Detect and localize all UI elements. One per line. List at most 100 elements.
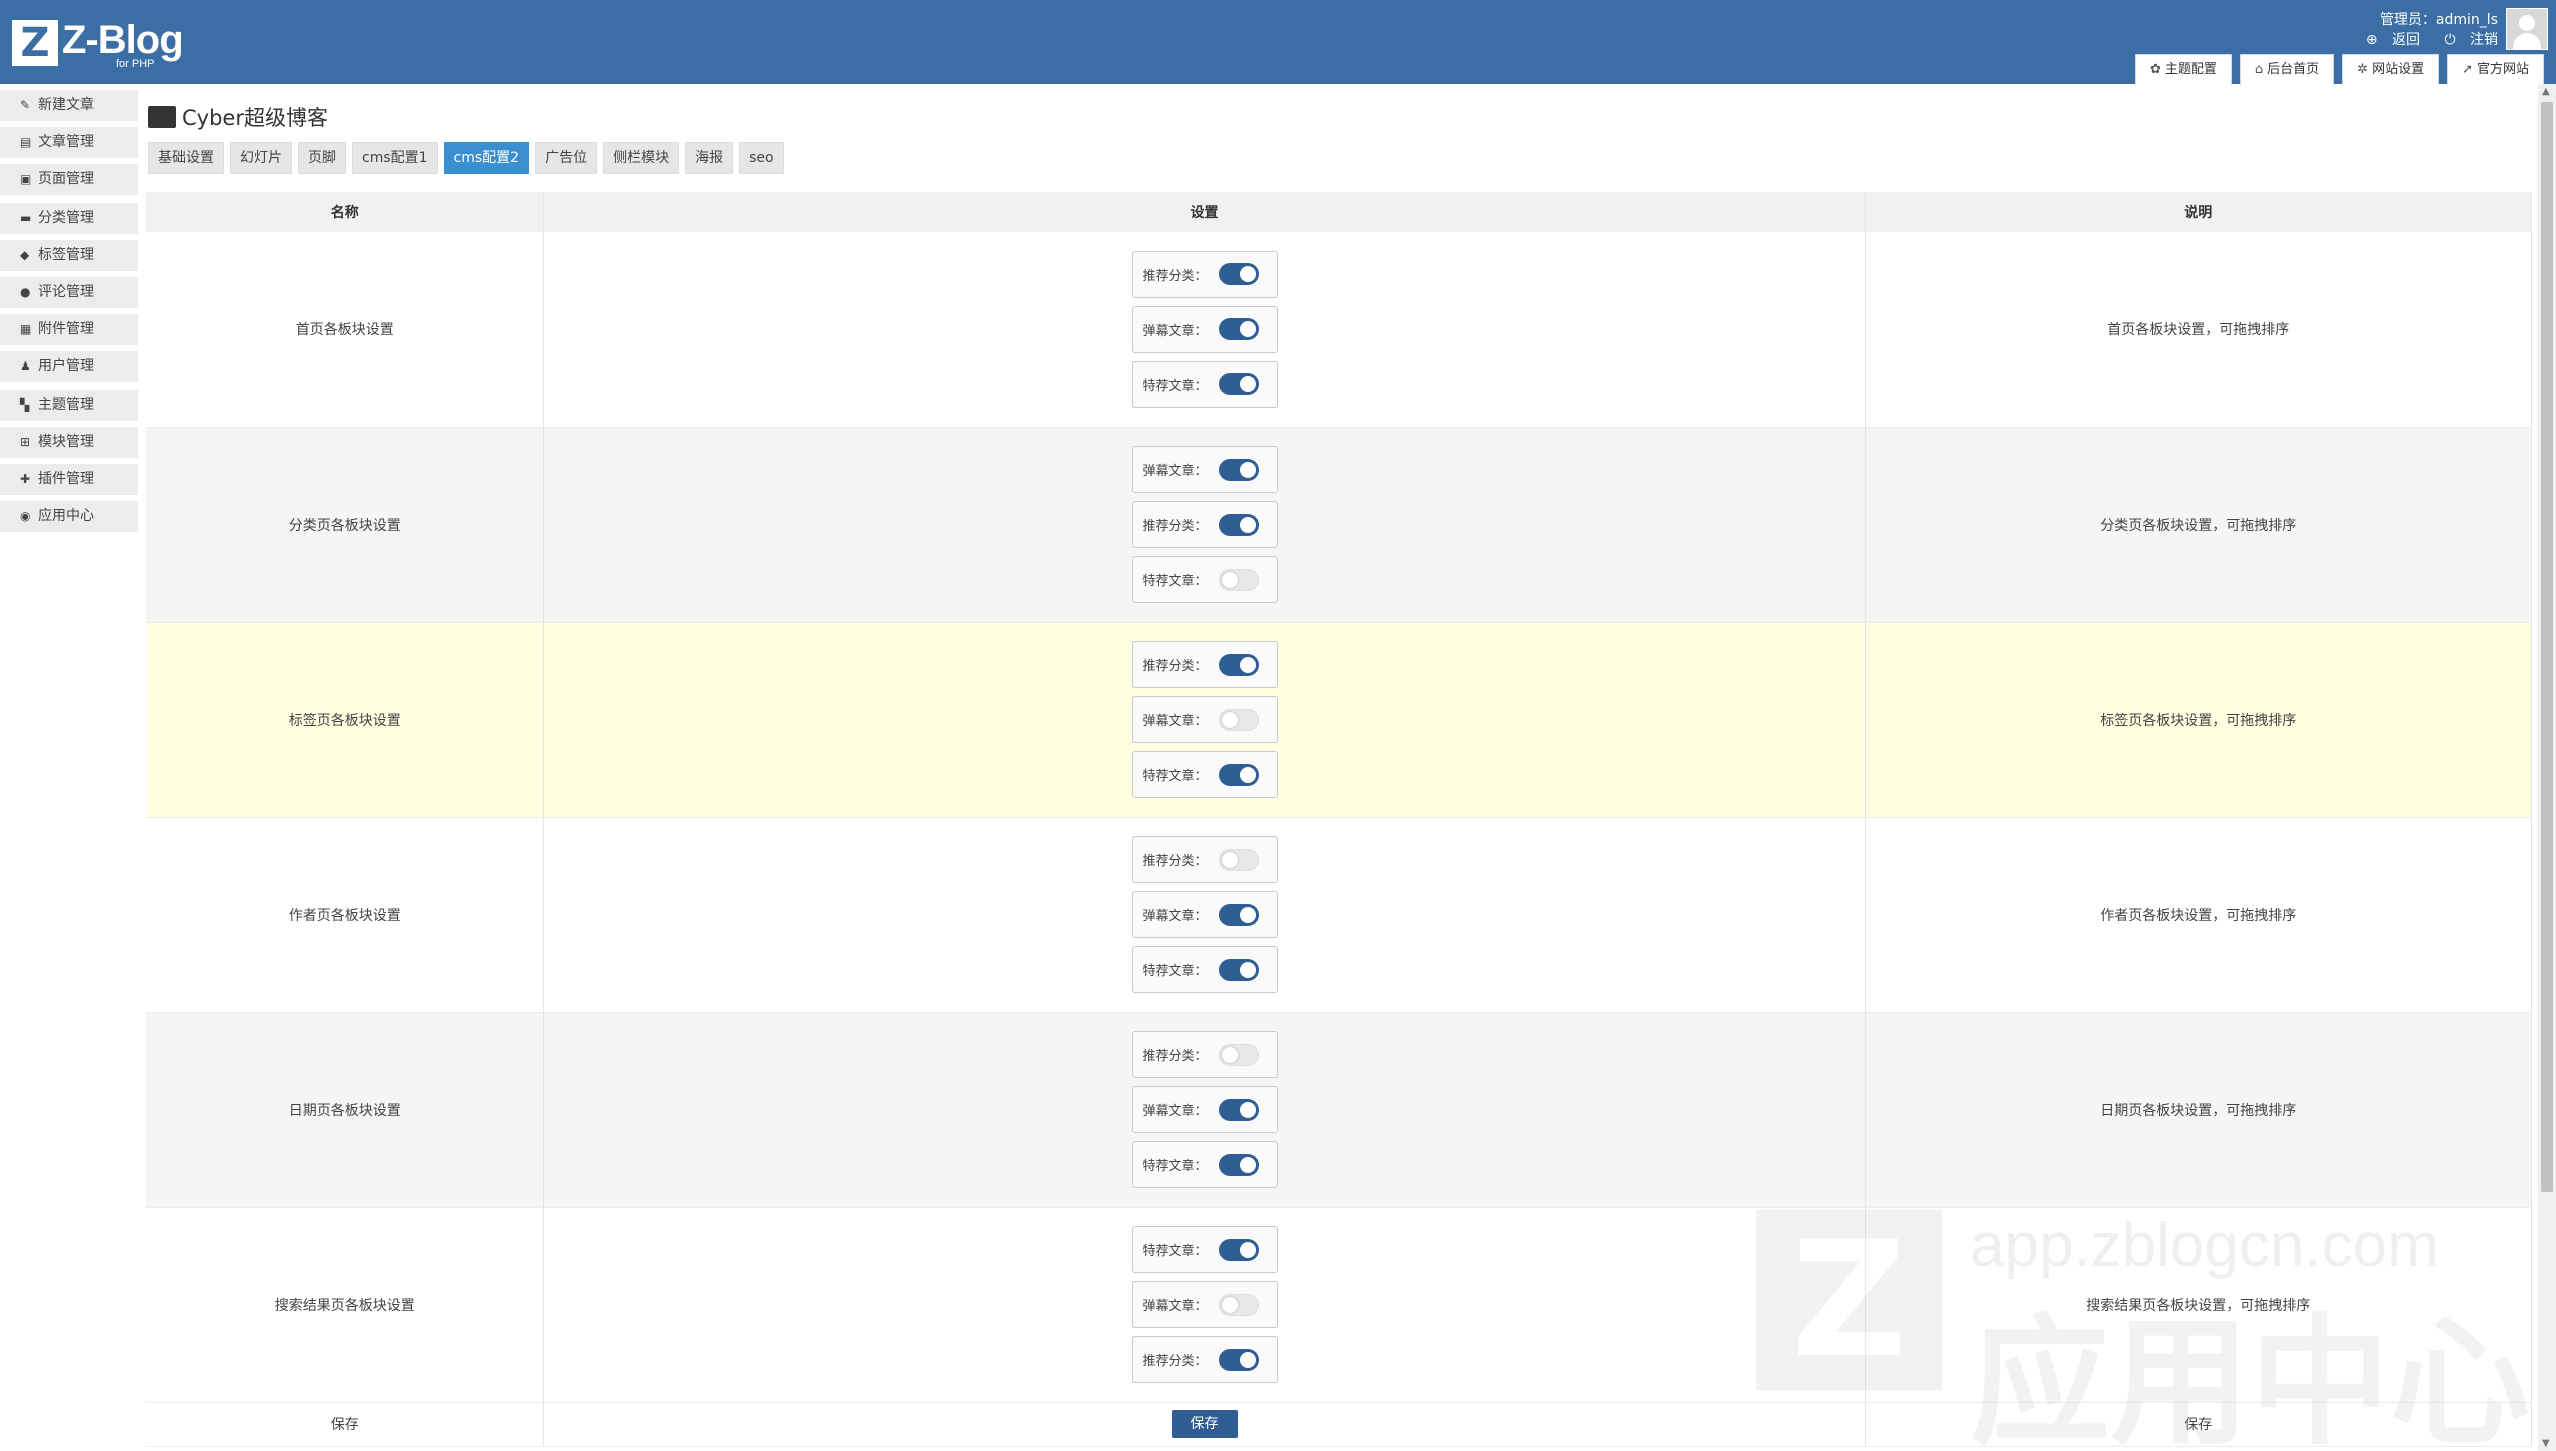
tab-cms1[interactable]: cms配置1 [352, 142, 438, 174]
sidebar-item-app-center[interactable]: ◉ 应用中心 [0, 501, 138, 532]
tab-poster[interactable]: 海报 [685, 142, 734, 174]
toggle-switch-on[interactable] [1218, 1348, 1259, 1371]
toggle-switch-on[interactable] [1218, 958, 1259, 981]
scrollbar[interactable]: ▲ ▼ [2538, 84, 2556, 1451]
sidebar-item-comments[interactable]: ● 评论管理 [0, 277, 138, 308]
sidebar-item-modules[interactable]: ⊞ 模块管理 [0, 427, 138, 458]
switch-item: 弹幕文章： [1131, 891, 1278, 938]
switch-item: 弹幕文章： [1131, 446, 1278, 493]
external-icon: ➚ [2462, 62, 2473, 77]
scroll-thumb[interactable] [2541, 102, 2553, 1192]
toggle-switch-on[interactable] [1218, 263, 1259, 286]
sidebar-item-themes[interactable]: ▚ 主题管理 [0, 390, 138, 421]
article-icon: ▤ [20, 135, 32, 149]
toggle-knob [1221, 1046, 1238, 1063]
row-desc: 首页各板块设置，可拖拽排序 [1865, 232, 2533, 428]
sidebar-item-pages[interactable]: ▣ 页面管理 [0, 164, 138, 195]
toggle-switch-off[interactable] [1218, 848, 1259, 871]
logout-link[interactable]: ⏻ 注销 [2434, 32, 2498, 48]
switch-item: 特荐文章： [1131, 360, 1278, 408]
toggle-switch-on[interactable] [1218, 903, 1259, 926]
toggle-switch-on[interactable] [1218, 653, 1259, 676]
save-row-desc: 保存 [1865, 1402, 2533, 1447]
globe-icon: ⊕ [2365, 32, 2378, 48]
toggle-switch-on[interactable] [1218, 458, 1259, 481]
switch-label: 特荐文章： [1142, 378, 1208, 394]
row-name: 首页各板块设置 [146, 232, 545, 428]
switch-item: 特荐文章： [1131, 556, 1278, 603]
tab-seo[interactable]: seo [739, 142, 784, 174]
avatar[interactable] [2506, 8, 2548, 50]
sidebar-item-users[interactable]: ♟ 用户管理 [0, 351, 138, 382]
top-header: Z Z-Blog for PHP 管理员：admin_ls ⊕ 返回 ⏻ 注销 … [0, 0, 2556, 85]
toggle-switch-on[interactable] [1218, 513, 1259, 536]
column-header-name: 名称 [146, 192, 545, 232]
switch-label: 弹幕文章： [1142, 909, 1208, 924]
switch-group: 推荐分类： 弹幕文章： 特荐文章： [1131, 1031, 1278, 1188]
switch-label: 推荐分类： [1142, 519, 1208, 534]
toggle-knob [1239, 1241, 1256, 1258]
scroll-down-icon[interactable]: ▼ [2542, 1438, 2550, 1449]
sidebar-item-categories[interactable]: ▬ 分类管理 [0, 203, 138, 234]
tab-slides[interactable]: 幻灯片 [230, 142, 292, 174]
toggle-switch-on[interactable] [1218, 373, 1259, 396]
switch-label: 弹幕文章： [1142, 323, 1208, 339]
switch-item: 推荐分类： [1131, 836, 1278, 883]
row-settings: 特荐文章： 弹幕文章： 推荐分类： [543, 1207, 1866, 1403]
row-settings: 推荐分类： 弹幕文章： 特荐文章： [543, 1012, 1866, 1208]
tab-sidebar-modules[interactable]: 侧栏模块 [603, 142, 680, 174]
sidebar-item-tags[interactable]: ◆ 标签管理 [0, 240, 138, 271]
page-icon: ▣ [20, 172, 32, 186]
toggle-switch-on[interactable] [1218, 1238, 1259, 1261]
toggle-switch-on[interactable] [1218, 1098, 1259, 1121]
toggle-knob [1239, 906, 1256, 923]
toggle-knob [1239, 766, 1256, 783]
row-name: 分类页各板块设置 [146, 427, 545, 623]
toggle-knob [1221, 711, 1238, 728]
toggle-switch-off[interactable] [1218, 1293, 1259, 1316]
scroll-up-icon[interactable]: ▲ [2542, 86, 2550, 97]
tab-cms2[interactable]: cms配置2 [443, 142, 530, 174]
official-site-button[interactable]: ➚ 官方网站 [2447, 54, 2544, 85]
row-desc: 搜索结果页各板块设置，可拖拽排序 [1865, 1207, 2533, 1403]
save-button[interactable]: 保存 [1171, 1410, 1238, 1438]
config-tabs: 基础设置 幻灯片 页脚 cms配置1 cms配置2 广告位 侧栏模块 海报 se… [148, 142, 784, 174]
table-row: 日期页各板块设置 推荐分类： 弹幕文章： 特荐文章： 日期页各板块设置，可拖拽排序 [146, 1012, 2533, 1208]
toggle-knob [1239, 1156, 1256, 1173]
row-name: 作者页各板块设置 [146, 817, 545, 1013]
switch-label: 特荐文章： [1142, 574, 1208, 589]
logo-sub: for PHP [116, 58, 155, 70]
row-settings: 推荐分类： 弹幕文章： 特荐文章： [543, 232, 1866, 428]
toggle-switch-on[interactable] [1218, 763, 1259, 786]
home-icon: ⌂ [2254, 62, 2264, 77]
toggle-switch-off[interactable] [1218, 1043, 1259, 1066]
user-info: 管理员：admin_ls ⊕ 返回 ⏻ 注销 [2346, 10, 2498, 50]
site-settings-button[interactable]: ✲ 网站设置 [2342, 54, 2440, 85]
switch-label: 特荐文章： [1142, 1244, 1208, 1259]
row-name: 搜索结果页各板块设置 [146, 1207, 545, 1403]
theme-config-button[interactable]: ✿ 主题配置 [2134, 54, 2232, 85]
switch-label: 推荐分类： [1142, 268, 1208, 284]
tab-ads[interactable]: 广告位 [535, 142, 598, 174]
toggle-switch-off[interactable] [1218, 568, 1259, 591]
toggle-switch-off[interactable] [1218, 708, 1259, 731]
toggle-knob [1239, 1351, 1256, 1368]
back-link[interactable]: ⊕ 返回 [2356, 32, 2420, 48]
toggle-switch-on[interactable] [1218, 318, 1259, 341]
switch-item: 特荐文章： [1131, 751, 1278, 798]
toggle-knob [1239, 656, 1256, 673]
tab-basic[interactable]: 基础设置 [148, 142, 224, 174]
sidebar-item-articles[interactable]: ▤ 文章管理 [0, 127, 138, 158]
toggle-switch-on[interactable] [1218, 1153, 1259, 1176]
admin-home-button[interactable]: ⌂ 后台首页 [2239, 54, 2335, 85]
top-button-bar: ✿ 主题配置 ⌂ 后台首页 ✲ 网站设置 ➚ 官方网站 [2134, 54, 2544, 85]
sidebar-item-attachments[interactable]: ▦ 附件管理 [0, 314, 138, 345]
sidebar-item-plugins[interactable]: ✚ 插件管理 [0, 464, 138, 495]
tab-footer[interactable]: 页脚 [298, 142, 346, 174]
switch-group: 特荐文章： 弹幕文章： 推荐分类： [1131, 1226, 1278, 1383]
row-desc: 标签页各板块设置，可拖拽排序 [1865, 622, 2533, 818]
sidebar-item-new-article[interactable]: ✎ 新建文章 [0, 90, 138, 121]
row-desc: 日期页各板块设置，可拖拽排序 [1865, 1012, 2533, 1208]
row-settings: 推荐分类： 弹幕文章： 特荐文章： [543, 622, 1866, 818]
edit-icon: ✎ [20, 98, 31, 112]
